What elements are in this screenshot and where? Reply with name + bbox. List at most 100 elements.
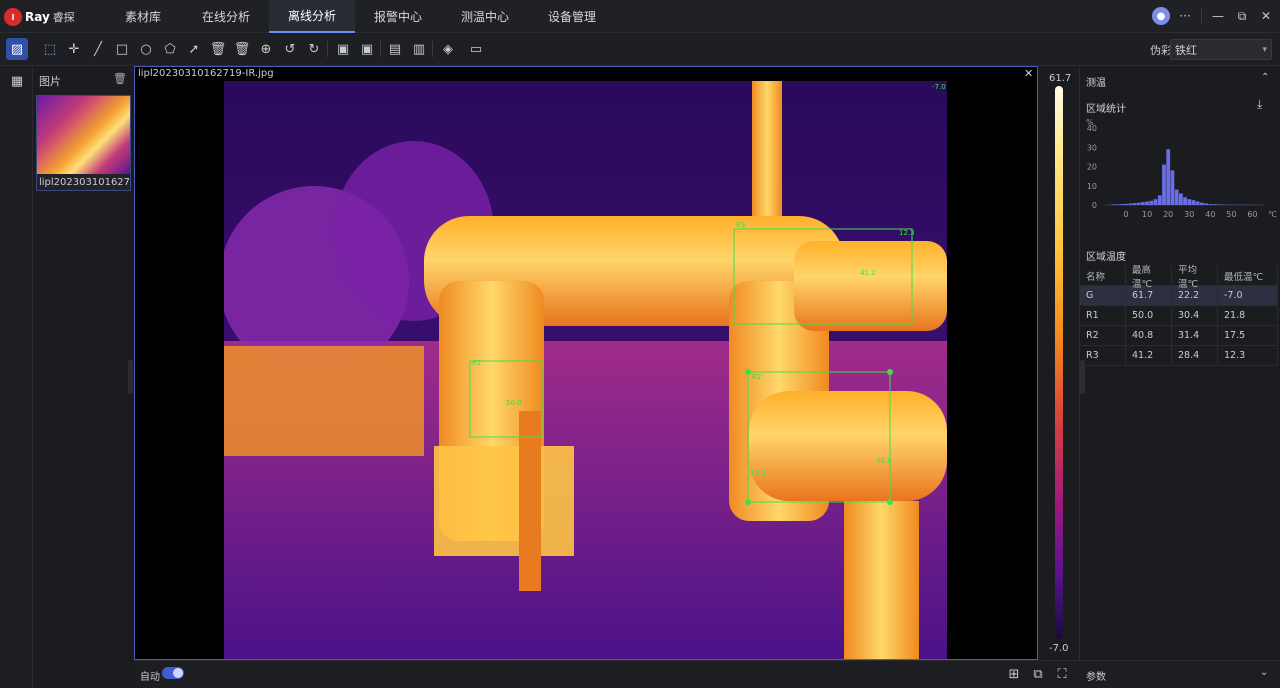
rotate-left-icon[interactable]: ↺	[281, 40, 299, 58]
line-tool-icon[interactable]: ╱	[89, 40, 107, 58]
x-tick-label: 40	[1205, 210, 1215, 219]
export-icon[interactable]: ▤	[386, 40, 404, 58]
cell: 22.2	[1172, 286, 1218, 305]
3d-icon[interactable]: ◈	[439, 40, 457, 58]
table-row[interactable]: G 61.7 22.2 -7.0	[1080, 286, 1278, 306]
tab-temp[interactable]: 测温中心	[442, 0, 528, 33]
histogram-bar	[1119, 204, 1124, 205]
cell: 17.5	[1218, 326, 1278, 345]
collapse-up-icon[interactable]: ⌃	[1261, 72, 1269, 83]
header-avg: 平均温℃	[1172, 265, 1218, 290]
circle-tool-icon[interactable]: ○	[137, 40, 155, 58]
tab-offline[interactable]: 离线分析	[269, 0, 355, 33]
r3-min-label: 12.3	[899, 229, 915, 237]
r2-max-label: 40.8	[876, 457, 892, 465]
chevron-down-icon[interactable]: ⌄	[1260, 667, 1268, 678]
trash-icon[interactable]: 🗑	[113, 72, 127, 85]
thermal-image[interactable]: 12.3 R3 41.2 R1 50.0 R2 40.8 17.5 -7.0	[224, 81, 947, 659]
delete-all-icon[interactable]: 🗑	[233, 40, 251, 58]
polygon-tool-icon[interactable]: ⬠	[161, 40, 179, 58]
histogram-bar	[1216, 204, 1221, 205]
hist-x-unit: ℃	[1268, 210, 1277, 219]
collapse-left-handle[interactable]	[128, 360, 133, 394]
r3-label: R3	[736, 221, 745, 229]
y-tick-label: 30	[1087, 143, 1097, 152]
close-icon[interactable]: ✕	[1258, 8, 1274, 24]
tab-online[interactable]: 在线分析	[183, 0, 269, 33]
viewer-close-icon[interactable]: ✕	[1024, 67, 1033, 80]
histogram-bar	[1136, 202, 1141, 205]
histogram-bar	[1166, 149, 1171, 205]
pointer-tool-icon[interactable]: ➚	[185, 40, 203, 58]
auto-toggle[interactable]	[162, 667, 184, 679]
palette-select[interactable]: 铁红 ▾	[1170, 39, 1272, 60]
x-tick-label: 20	[1163, 210, 1173, 219]
histogram-bar	[1145, 201, 1150, 205]
palette-value: 铁红	[1175, 43, 1197, 57]
colorbar-max: 61.7	[1049, 73, 1072, 84]
colorbar-min: -7.0	[1049, 643, 1069, 654]
table-row[interactable]: R1 50.0 30.4 21.8	[1080, 306, 1278, 326]
histogram-bar	[1178, 193, 1183, 205]
histogram-bar	[1132, 203, 1137, 205]
cell: R2	[1080, 326, 1126, 345]
table-row[interactable]: R3 41.2 28.4 12.3	[1080, 346, 1278, 366]
fit-view-icon[interactable]: ⧉	[1030, 666, 1046, 682]
cell: 31.4	[1172, 326, 1218, 345]
restore-icon[interactable]: ⧉	[1234, 8, 1250, 24]
toggle-knob	[173, 668, 183, 678]
header-name: 名称	[1080, 266, 1126, 285]
cell: 21.8	[1218, 306, 1278, 325]
thumbnail-caption: lipl2023031016271...	[39, 177, 129, 188]
x-tick-label: 0	[1124, 210, 1129, 219]
app-logo: I Ray 睿探	[4, 7, 75, 27]
zoom-icon[interactable]: ⊕	[257, 40, 275, 58]
user-avatar-icon[interactable]: ●	[1152, 7, 1170, 25]
cross-tool-icon[interactable]: ✛	[65, 40, 83, 58]
tab-alarm[interactable]: 报警中心	[355, 0, 441, 33]
more-icon[interactable]: ···	[1177, 8, 1193, 24]
tab-material[interactable]: 素材库	[100, 0, 186, 33]
compare-icon[interactable]: ▭	[467, 40, 485, 58]
fullscreen-icon[interactable]: ⛶	[1054, 666, 1070, 682]
file-thumbnail[interactable]: lipl2023031016271...	[36, 95, 131, 191]
histogram-chart: 010203040 0 10 20 30 40 50 60 % ℃	[1086, 118, 1277, 219]
brand-name: Ray	[25, 10, 50, 24]
table-row[interactable]: R2 40.8 31.4 17.5	[1080, 326, 1278, 346]
hist-y-unit: %	[1086, 118, 1094, 127]
histogram-bar	[1111, 204, 1116, 205]
histogram-bar	[1162, 164, 1166, 205]
image-mode-icon[interactable]: ▨	[6, 38, 28, 60]
delete-icon[interactable]: 🗑	[209, 40, 227, 58]
colorbar	[1055, 86, 1063, 639]
rotate-right-icon[interactable]: ↻	[305, 40, 323, 58]
stats-title: 区域统计	[1086, 104, 1126, 115]
save-as-icon[interactable]: ▣	[358, 40, 376, 58]
x-tick-label: 60	[1247, 210, 1257, 219]
divider	[327, 41, 328, 57]
cell: 28.4	[1172, 346, 1218, 365]
minimize-icon[interactable]: —	[1210, 8, 1226, 24]
param-label: 参数	[1086, 672, 1106, 683]
select-tool-icon[interactable]: ⬚	[41, 40, 59, 58]
grid-view-icon[interactable]: ⊞	[1006, 666, 1022, 682]
histogram-bar	[1212, 204, 1217, 205]
r2-min-label: 17.5	[750, 469, 766, 477]
save-icon[interactable]: ▣	[334, 40, 352, 58]
tab-device[interactable]: 设备管理	[529, 0, 615, 33]
cell: 50.0	[1126, 306, 1172, 325]
histogram-bar	[1208, 204, 1213, 205]
histogram-bar	[1195, 201, 1200, 205]
report-icon[interactable]: ▥	[410, 40, 428, 58]
histogram-bar	[1204, 203, 1209, 205]
temps-title: 区域温度	[1086, 252, 1126, 263]
cell: 41.2	[1126, 346, 1172, 365]
palette-label: 伪彩	[1150, 44, 1172, 57]
video-mode-icon[interactable]: ▦	[6, 70, 28, 92]
histogram-bar	[1124, 203, 1128, 205]
rect-tool-icon[interactable]: □	[113, 40, 131, 58]
left-rail	[0, 66, 33, 688]
temp-table: 名称 最高温℃ 平均温℃ 最低温℃ G 61.7 22.2 -7.0 R1 50…	[1080, 265, 1278, 366]
histogram-bar	[1153, 199, 1158, 205]
export-stats-icon[interactable]: ⤓	[1257, 97, 1262, 112]
